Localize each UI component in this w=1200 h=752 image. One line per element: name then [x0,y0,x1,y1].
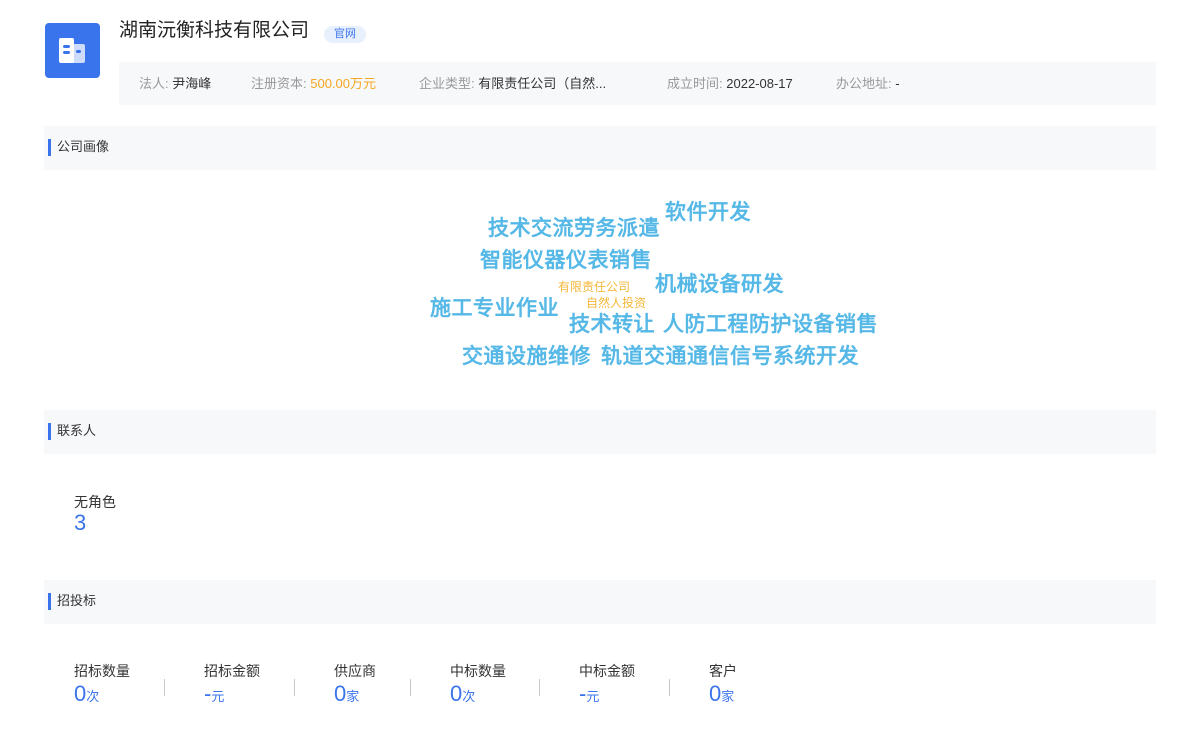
win-count-stat[interactable]: 中标数量 0次 [450,662,506,709]
stat-divider [410,679,411,696]
stat-value: 0 [709,681,722,706]
section-accent-bar [48,423,51,440]
stat-label: 客户 [709,663,737,679]
supplier-stat[interactable]: 供应商 0家 [334,662,376,709]
stat-unit: 次 [462,689,476,704]
bidding-section-header: 招投标 [44,580,1156,624]
cloud-tag: 施工专业作业 [430,297,559,320]
legal-rep-item: 法人: 尹海峰 [139,62,211,105]
cloud-tag: 智能仪器仪表销售 [480,249,652,272]
contacts-section-title: 联系人 [57,423,97,438]
cloud-tag: 技术交流劳务派遣 [488,217,660,240]
company-type-label: 企业类型: [419,76,475,91]
cloud-tag: 自然人投资 [586,296,647,310]
stat-divider [539,679,540,696]
stat-unit: 家 [346,689,360,704]
stat-value: 0 [450,681,463,706]
cloud-tag: 轨道交通通信信号系统开发 [601,345,859,368]
profile-section-header: 公司画像 [44,126,1156,170]
company-name: 湖南沅衡科技有限公司 [119,20,310,41]
cloud-tag: 人防工程防护设备销售 [663,313,878,336]
company-type-item: 企业类型: 有限责任公司（自然... [419,62,606,105]
founded-item: 成立时间: 2022-08-17 [667,62,793,105]
building-icon [59,38,85,63]
company-logo [45,23,100,78]
stat-divider [669,679,670,696]
capital-item: 注册资本: 500.00万元 [251,62,376,105]
section-accent-bar [48,593,51,610]
bidding-section-title: 招投标 [57,593,97,608]
stat-divider [164,679,165,696]
stat-value: 0 [74,681,87,706]
stat-unit: 家 [721,689,735,704]
address-value: - [895,76,900,91]
stat-unit: 元 [586,689,600,704]
capital-value: 500.00万元 [310,76,377,91]
address-item: 办公地址: - [836,62,900,105]
address-label: 办公地址: [836,76,892,91]
stat-value: 0 [334,681,347,706]
founded-label: 成立时间: [667,76,723,91]
bid-amount-stat[interactable]: 招标金额 -元 [204,662,260,709]
contacts-section-header: 联系人 [44,410,1156,454]
cloud-tag: 有限责任公司 [558,280,631,294]
stat-divider [294,679,295,696]
founded-value: 2022-08-17 [726,76,793,91]
stat-label: 中标金额 [579,663,635,679]
cloud-tag: 技术转让 [569,313,655,336]
cloud-tag: 交通设施维修 [462,345,591,368]
website-badge[interactable]: 官网 [324,26,366,43]
legal-rep-label: 法人: [139,76,169,91]
cloud-tag: 机械设备研发 [655,273,784,296]
contact-role-count[interactable]: 3 [74,510,86,536]
company-info-bar: 法人: 尹海峰 注册资本: 500.00万元 企业类型: 有限责任公司（自然..… [119,62,1156,105]
company-type-value: 有限责任公司（自然... [478,76,607,91]
bid-count-stat[interactable]: 招标数量 0次 [74,662,130,709]
stat-unit: 元 [211,689,225,704]
contact-role-label: 无角色 [74,494,116,510]
profile-word-cloud: 技术交流劳务派遣 软件开发 智能仪器仪表销售 有限责任公司 机械设备研发 自然人… [0,170,1200,408]
section-accent-bar [48,139,51,156]
stat-label: 供应商 [334,663,376,679]
stat-unit: 次 [86,689,100,704]
stat-label: 招标数量 [74,663,130,679]
profile-section-title: 公司画像 [57,139,110,154]
cloud-tag: 软件开发 [665,201,751,224]
stat-label: 中标数量 [450,663,506,679]
capital-label: 注册资本: [251,76,307,91]
stat-label: 招标金额 [204,663,260,679]
legal-rep-value[interactable]: 尹海峰 [172,76,211,91]
customer-stat[interactable]: 客户 0家 [709,662,737,709]
win-amount-stat[interactable]: 中标金额 -元 [579,662,635,709]
